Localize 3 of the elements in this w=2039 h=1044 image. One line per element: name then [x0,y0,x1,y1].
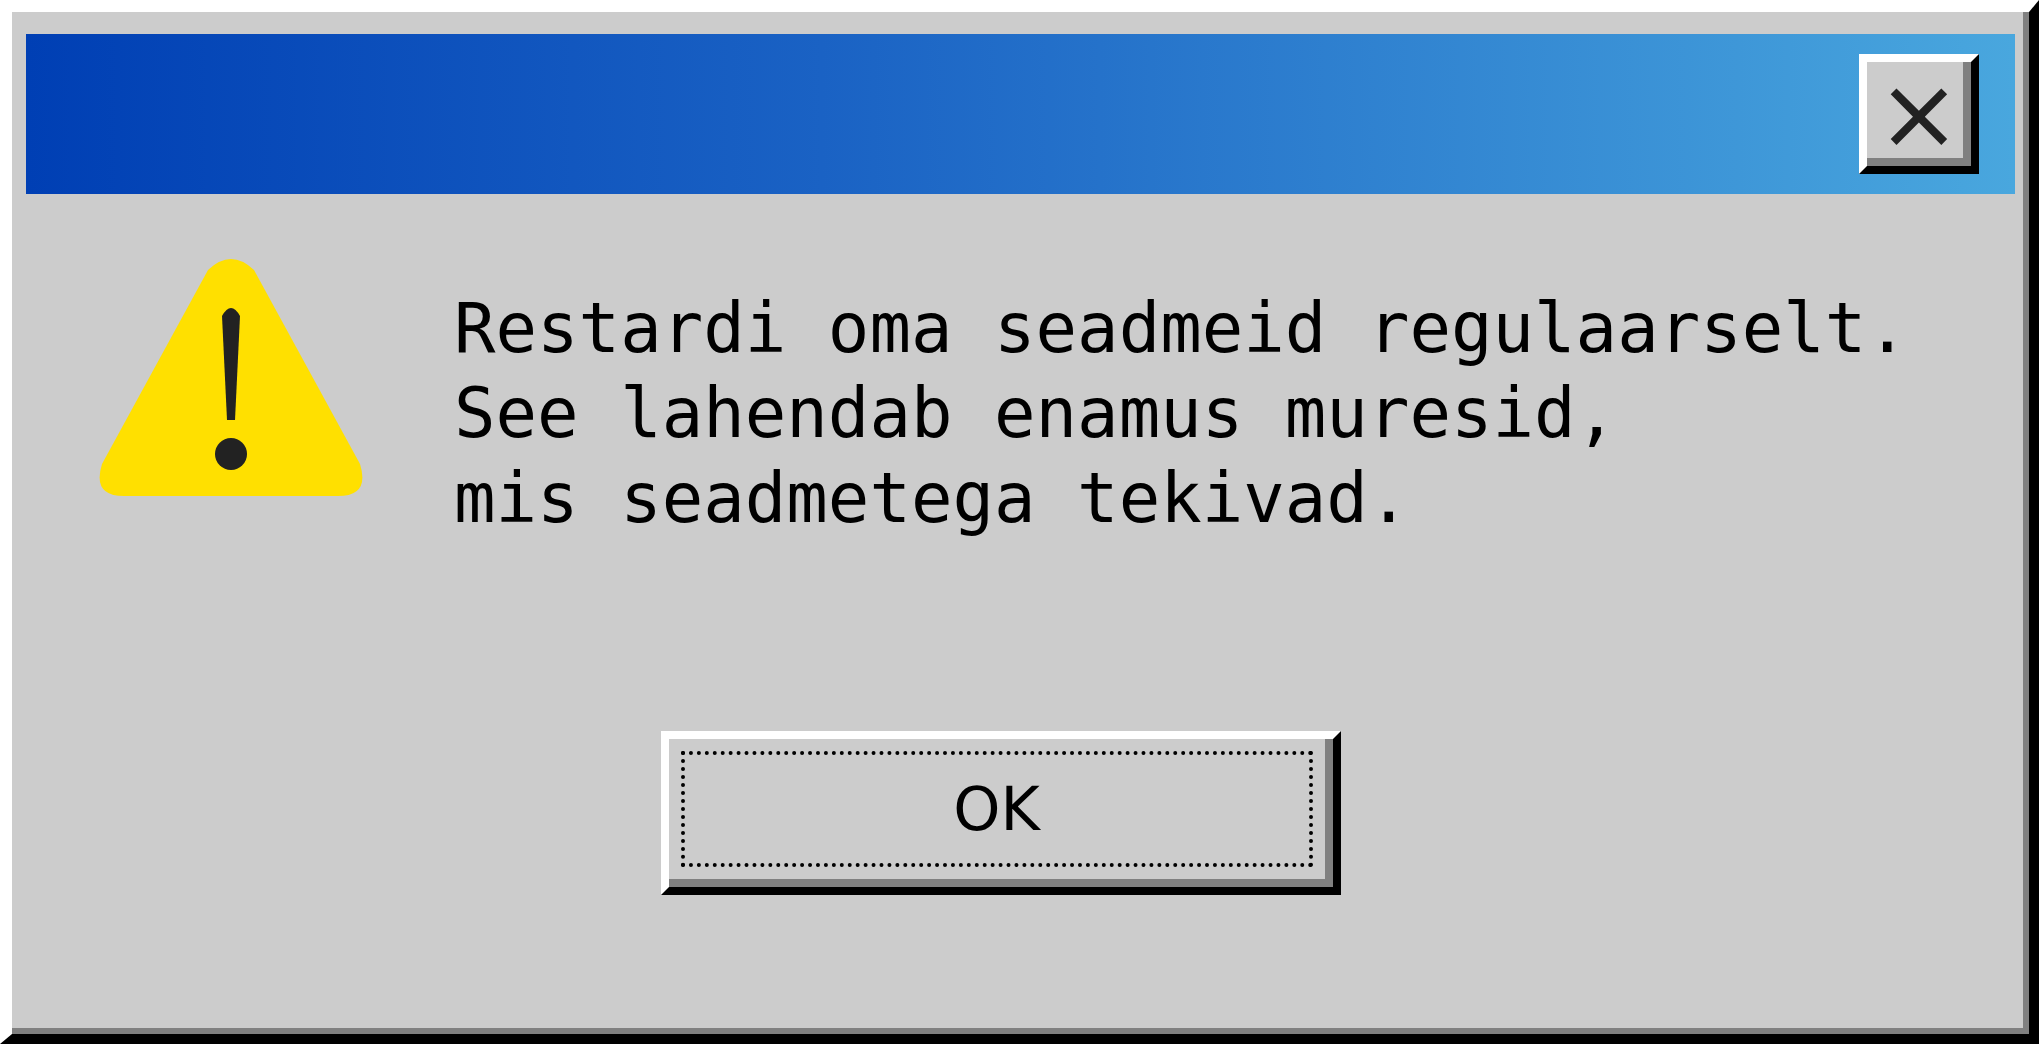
message-text: Restardi oma seadmeid regulaarselt. See lahendab enamus muresid, mis seadmetega tekivad. [454,287,1908,540]
close-button[interactable]: × [1859,54,1979,174]
ok-button[interactable]: OK [660,731,1341,895]
